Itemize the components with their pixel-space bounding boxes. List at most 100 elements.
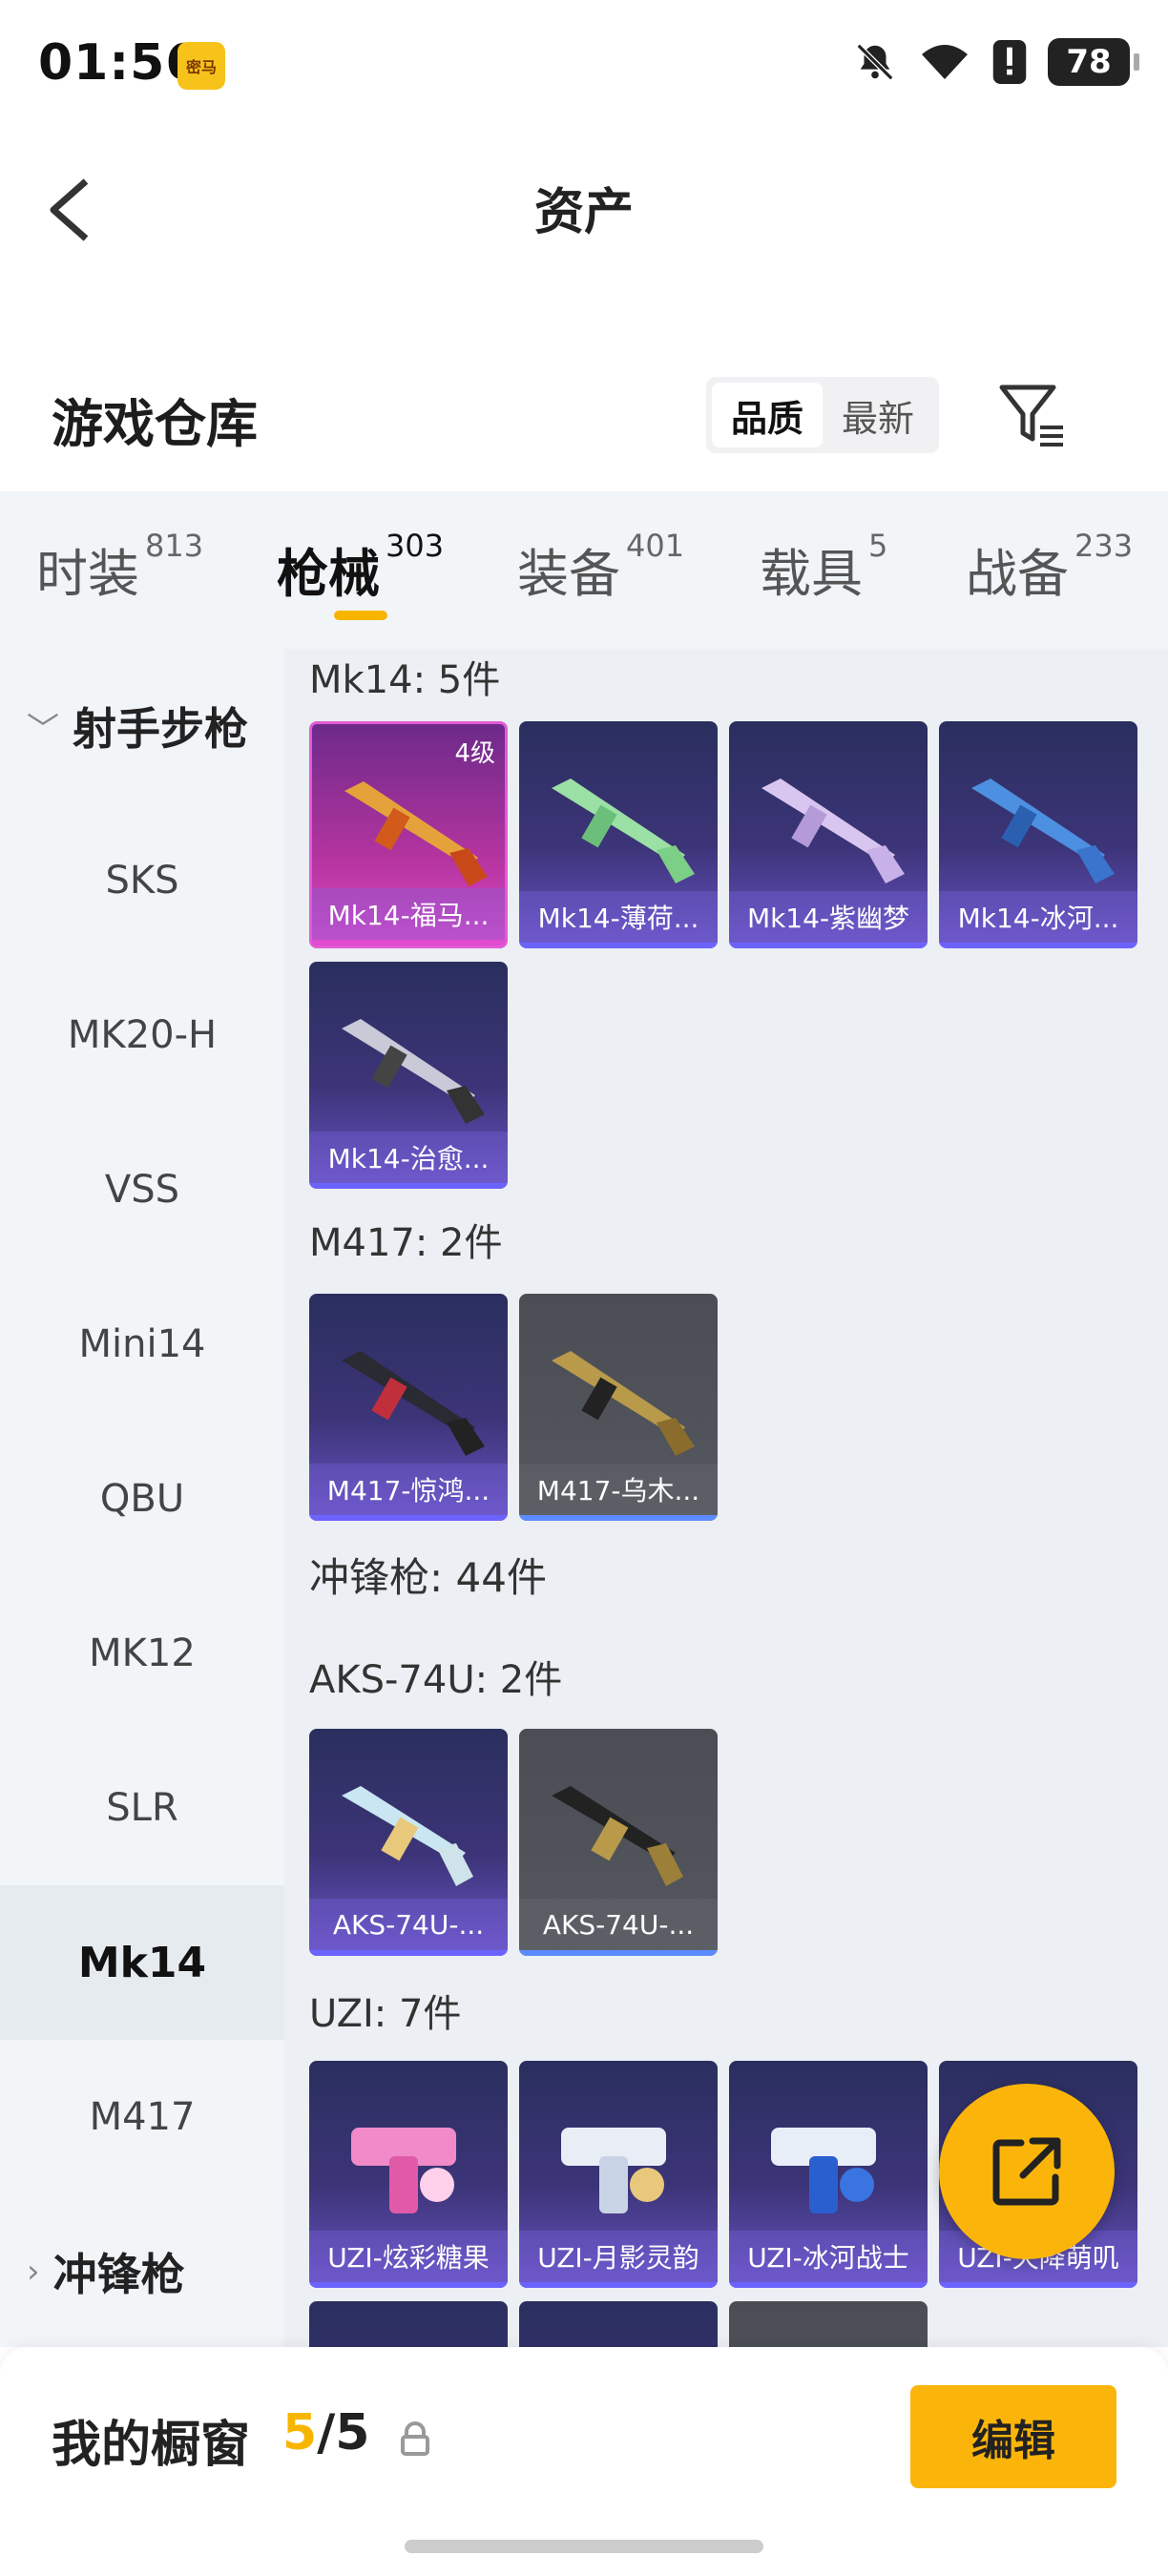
mute-bell-icon xyxy=(856,43,894,81)
sidebar-item-m417[interactable]: M417 xyxy=(0,2040,284,2194)
weapon-card[interactable]: Mk14-冰河... xyxy=(939,721,1137,948)
home-indicator[interactable] xyxy=(405,2540,763,2553)
rarity-strip xyxy=(309,1515,508,1521)
status-icons: 78 xyxy=(853,38,1139,86)
weapon-card[interactable]: UZI-冰河战士 xyxy=(729,2061,928,2288)
tab-equipment[interactable]: 装备 401 xyxy=(517,528,684,607)
section-title-uzi: UZI: 7件 xyxy=(309,1992,462,2036)
warehouse-header: 游戏仓库 品质 最新 xyxy=(0,353,1168,477)
rifle-icon xyxy=(342,1351,485,1456)
weapon-name: Mk14-紫幽梦 xyxy=(729,891,928,943)
sidebar-item-qbu[interactable]: QBU xyxy=(0,1422,284,1576)
edit-button[interactable]: 编辑 xyxy=(910,2385,1116,2488)
tab-indicator xyxy=(334,611,387,620)
weapon-type-sidebar: ﹀ 射手步枪 SKS MK20-H VSS Mini14 QBU MK12 SLR… xyxy=(0,649,284,2347)
tab-weapons[interactable]: 枪械 303 xyxy=(277,528,444,607)
page-title: 资产 xyxy=(533,184,634,241)
section-title-mk14: Mk14: 5件 xyxy=(309,658,501,702)
sidebar-item-mk12[interactable]: MK12 xyxy=(0,1576,284,1731)
showcase-bar: 我的橱窗 5/5 编辑 xyxy=(0,2347,1168,2576)
title-bar: 资产 xyxy=(0,134,1168,277)
weapon-name: Mk14-薄荷... xyxy=(519,891,718,943)
weapon-name: AKS-74U-... xyxy=(309,1899,508,1950)
sidebar-item-sks[interactable]: SKS xyxy=(0,803,284,958)
pistol-smg-icon xyxy=(561,2128,666,2213)
pistol-smg-icon xyxy=(351,2128,456,2213)
weapon-card[interactable]: M417-惊鸿... xyxy=(309,1294,508,1521)
section-title-smg: 冲锋枪: 44件 xyxy=(309,1554,547,1601)
sidebar-item-mk14[interactable]: Mk14 xyxy=(0,1885,284,2040)
weapon-card[interactable]: AKS-74U-... xyxy=(519,1729,718,1956)
rarity-strip xyxy=(309,1950,508,1956)
rarity-strip xyxy=(519,1950,718,1956)
sidebar-item-slr[interactable]: SLR xyxy=(0,1731,284,1885)
rifle-icon xyxy=(342,1019,485,1124)
warehouse-title: 游戏仓库 xyxy=(52,394,258,454)
rarity-strip xyxy=(939,2282,1137,2288)
sidebar-group-marksman-rifle[interactable]: ﹀ 射手步枪 xyxy=(0,649,284,803)
battery-icon: 78 xyxy=(1048,38,1139,86)
sort-option-quality[interactable]: 品质 xyxy=(712,383,823,447)
weapon-name: UZI-月影灵韵 xyxy=(519,2231,718,2282)
smg-icon xyxy=(342,1786,473,1886)
alert-icon xyxy=(992,40,1027,84)
weapon-card[interactable]: 4级 Mk14-福马... xyxy=(309,721,508,948)
status-bar: 01:56 密马 78 xyxy=(0,0,1168,134)
rarity-strip xyxy=(312,940,505,945)
filter-icon[interactable] xyxy=(996,380,1069,452)
section-title-aks74u: AKS-74U: 2件 xyxy=(309,1658,563,1702)
weapon-name: M417-惊鸿... xyxy=(309,1464,508,1515)
weapon-card[interactable]: Mk14-薄荷... xyxy=(519,721,718,948)
weapon-card[interactable]: M417-乌木... xyxy=(519,1294,718,1521)
tab-supplies[interactable]: 战备 233 xyxy=(966,528,1133,607)
rarity-strip xyxy=(729,943,928,948)
weapon-name: AKS-74U-... xyxy=(519,1899,718,1950)
rifle-icon xyxy=(761,779,905,883)
weapon-name: UZI-炫彩糖果 xyxy=(309,2231,508,2282)
smg-icon xyxy=(552,1786,683,1886)
weapon-name: M417-乌木... xyxy=(519,1464,718,1515)
rarity-strip xyxy=(309,1183,508,1189)
rifle-icon xyxy=(971,779,1115,883)
rarity-strip xyxy=(519,943,718,948)
sort-toggle: 品质 最新 xyxy=(706,377,939,453)
app-badge-icon: 密马 xyxy=(177,42,225,90)
showcase-count: 5/5 xyxy=(282,2404,370,2462)
weapon-card[interactable] xyxy=(519,2301,718,2347)
rarity-strip xyxy=(309,2282,508,2288)
lock-icon xyxy=(401,2421,429,2456)
rifle-icon xyxy=(552,779,695,883)
sidebar-item-vss[interactable]: VSS xyxy=(0,1112,284,1267)
rarity-strip xyxy=(519,2282,718,2288)
chevron-down-icon: ﹀ xyxy=(27,710,59,749)
weapon-name: Mk14-治愈... xyxy=(309,1132,508,1183)
share-external-icon xyxy=(992,2137,1061,2206)
weapon-card[interactable] xyxy=(309,2301,508,2347)
rifle-icon xyxy=(552,1351,695,1456)
tab-fashion[interactable]: 时装 813 xyxy=(36,528,203,607)
sidebar-item-mini14[interactable]: Mini14 xyxy=(0,1267,284,1422)
showcase-label: 我的橱窗 xyxy=(52,2417,251,2474)
weapon-card[interactable]: UZI-炫彩糖果 xyxy=(309,2061,508,2288)
weapon-name: Mk14-冰河... xyxy=(939,891,1137,943)
chevron-right-icon: › xyxy=(27,2253,40,2291)
sidebar-item-mk20h[interactable]: MK20-H xyxy=(0,958,284,1112)
rifle-icon xyxy=(344,781,488,886)
rarity-strip xyxy=(519,1515,718,1521)
rarity-strip xyxy=(729,2282,928,2288)
weapon-card[interactable] xyxy=(729,2301,928,2347)
weapon-card[interactable]: AKS-74U-... xyxy=(309,1729,508,1956)
wifi-icon xyxy=(922,45,968,79)
weapon-card[interactable]: Mk14-紫幽梦 xyxy=(729,721,928,948)
rarity-strip xyxy=(939,943,1137,948)
tab-vehicles[interactable]: 载具 5 xyxy=(760,528,887,607)
section-title-m417: M417: 2件 xyxy=(309,1221,503,1265)
share-button[interactable] xyxy=(939,2084,1115,2259)
sidebar-group-smg[interactable]: › 冲锋枪 xyxy=(0,2194,284,2347)
weapon-card[interactable]: UZI-月影灵韵 xyxy=(519,2061,718,2288)
weapon-name: Mk14-福马... xyxy=(312,888,505,940)
weapon-name: UZI-冰河战士 xyxy=(729,2231,928,2282)
sort-option-latest[interactable]: 最新 xyxy=(823,383,933,447)
weapon-card[interactable]: Mk14-治愈... xyxy=(309,962,508,1189)
pistol-smg-icon xyxy=(771,2128,876,2213)
